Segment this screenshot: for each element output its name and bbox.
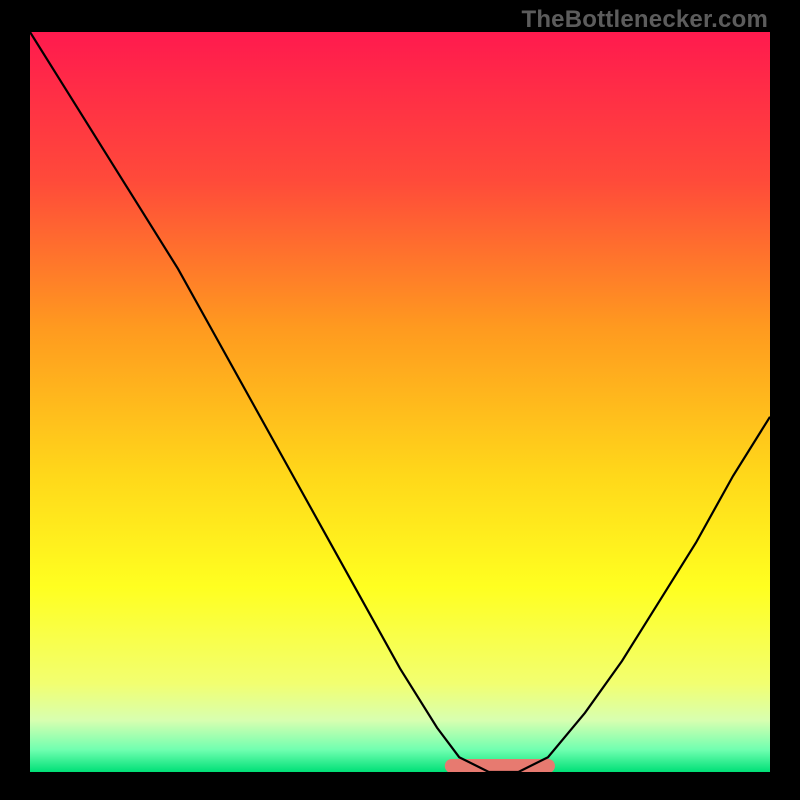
bottleneck-curve: [30, 32, 770, 772]
plot-area: [30, 32, 770, 772]
chart-frame: TheBottlenecker.com: [0, 0, 800, 800]
watermark-text: TheBottlenecker.com: [521, 6, 768, 34]
curve-layer: [30, 32, 770, 772]
